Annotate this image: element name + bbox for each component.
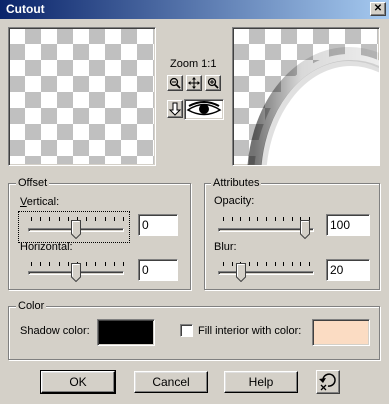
- zoom-in-icon: [207, 77, 219, 89]
- vertical-label: Vertical:: [20, 196, 60, 208]
- color-group-label: Color: [16, 300, 47, 313]
- offset-group-label: Offset: [16, 177, 50, 190]
- pan-icon: [188, 77, 200, 89]
- blur-label: Blur:: [214, 241, 237, 253]
- help-button[interactable]: Help: [224, 371, 298, 393]
- vertical-label-text: ertical:: [26, 196, 60, 208]
- opacity-ticks: [222, 213, 310, 221]
- vertical-slider-thumb[interactable]: [71, 220, 81, 239]
- zoom-in-button[interactable]: [205, 75, 221, 91]
- ok-button[interactable]: OK: [40, 370, 116, 394]
- cancel-button[interactable]: Cancel: [134, 371, 208, 393]
- horizontal-label: Horizontal:: [20, 241, 73, 253]
- window-title: Cutout: [6, 2, 45, 16]
- eye-icon: [186, 101, 222, 116]
- reset-icon: [319, 373, 336, 391]
- attributes-group-label: Attributes: [211, 177, 262, 190]
- close-button[interactable]: ✕: [370, 2, 386, 16]
- pointer-down-icon: [168, 102, 182, 116]
- shadow-preview-shape: [247, 47, 379, 165]
- fill-interior-checkbox[interactable]: [180, 324, 193, 337]
- zoom-out-icon: [169, 77, 181, 89]
- preview-toggle[interactable]: [184, 99, 224, 120]
- vertical-ticks: [30, 213, 124, 221]
- opacity-input[interactable]: 100: [326, 214, 370, 236]
- vertical-input[interactable]: 0: [138, 214, 178, 236]
- zoom-out-button[interactable]: [167, 75, 183, 91]
- fill-interior-label[interactable]: Fill interior with color:: [198, 325, 301, 337]
- blur-slider-thumb[interactable]: [236, 263, 246, 282]
- result-preview[interactable]: [232, 27, 380, 166]
- blur-input[interactable]: 20: [326, 259, 370, 281]
- close-icon: ✕: [373, 3, 383, 14]
- blur-slider-track[interactable]: [218, 271, 314, 275]
- title-bar: [0, 0, 389, 19]
- fill-color-swatch[interactable]: [312, 319, 370, 346]
- shadow-color-label: Shadow color:: [20, 325, 90, 337]
- pan-button[interactable]: [186, 75, 202, 91]
- horizontal-input[interactable]: 0: [138, 259, 178, 281]
- opacity-label: Opacity:: [214, 195, 255, 207]
- proof-button[interactable]: [167, 100, 183, 118]
- opacity-slider-thumb[interactable]: [300, 220, 310, 239]
- zoom-label: Zoom 1:1: [170, 58, 217, 70]
- shadow-color-swatch[interactable]: [97, 319, 155, 346]
- reset-button[interactable]: [316, 370, 340, 394]
- original-preview[interactable]: [8, 27, 156, 166]
- horizontal-slider-thumb[interactable]: [71, 263, 81, 282]
